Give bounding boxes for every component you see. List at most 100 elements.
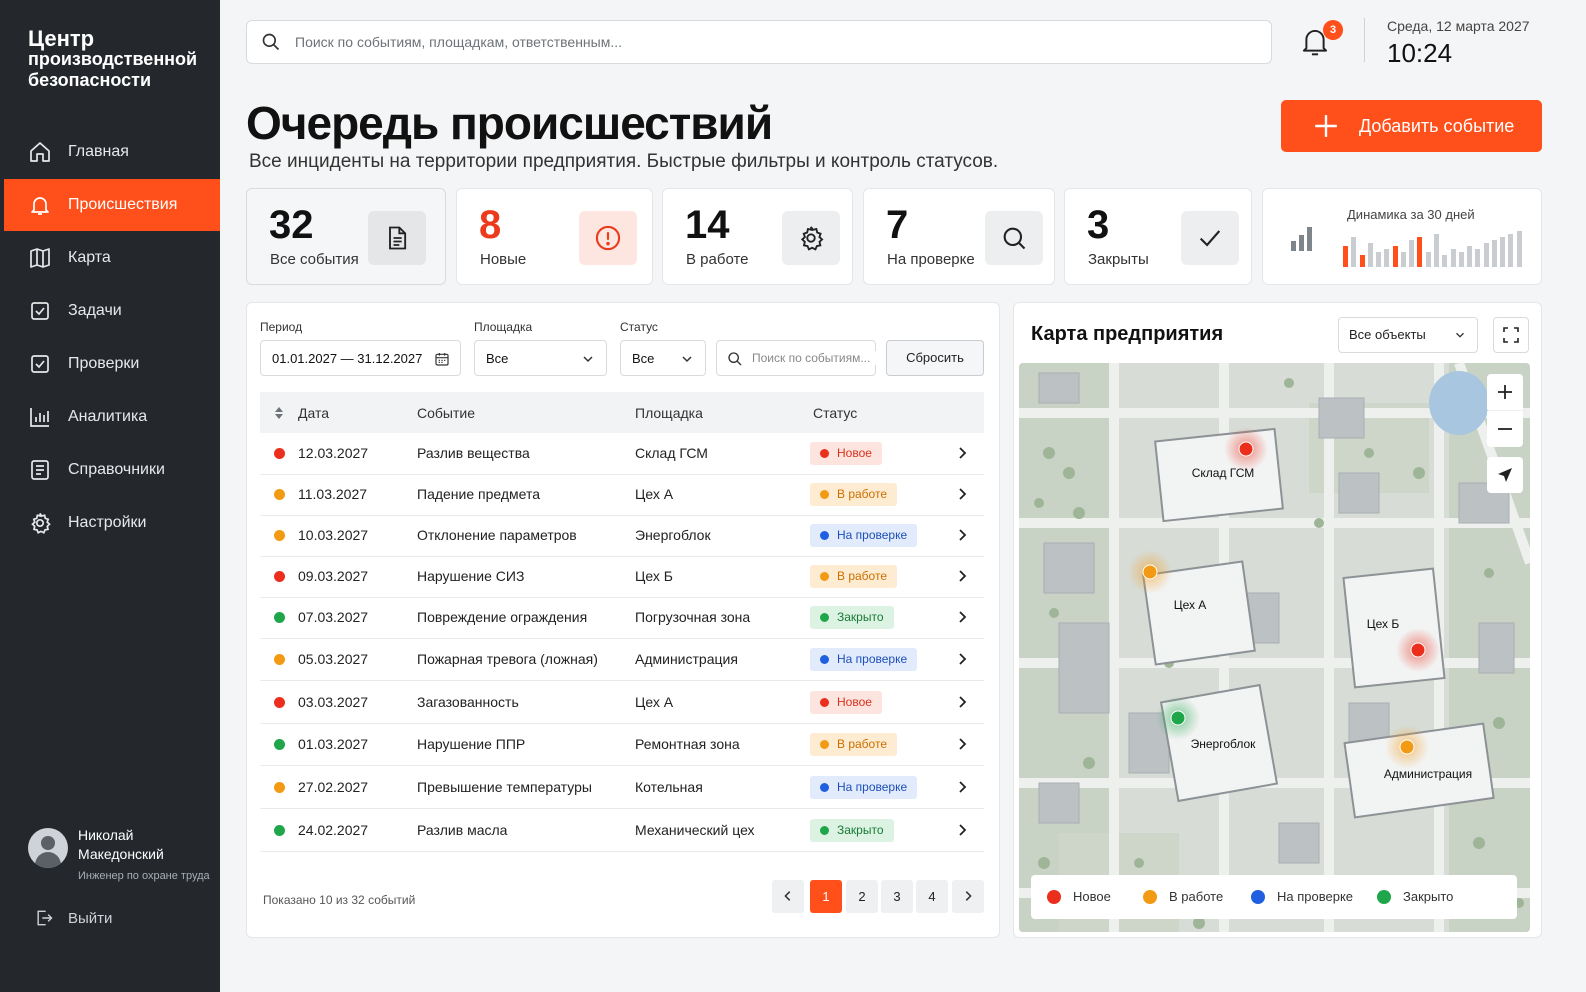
chevron-right-icon[interactable] — [955, 823, 969, 837]
logout-button[interactable]: Выйти — [34, 908, 112, 928]
chevron-right-icon — [965, 891, 972, 901]
row-event: Падение предмета — [417, 486, 541, 502]
chevron-right-icon[interactable] — [955, 487, 969, 501]
row-site: Склад ГСМ — [635, 445, 708, 461]
user-last-name: Македонский — [78, 846, 164, 862]
zoom-in-button[interactable] — [1487, 374, 1523, 410]
table-row[interactable]: 12.03.2027 Разлив вещества Склад ГСМ Нов… — [260, 433, 984, 475]
period-picker[interactable]: 01.01.2027 — 31.12.2027 — [260, 340, 461, 376]
page-2-button[interactable]: 2 — [846, 880, 878, 913]
chevron-right-icon[interactable] — [955, 446, 969, 460]
sidebar-item-analytics[interactable]: Аналитика — [0, 391, 220, 443]
fullscreen-button[interactable] — [1493, 317, 1529, 353]
kpi-new[interactable]: 8 Новые — [456, 188, 653, 285]
table-row[interactable]: 24.02.2027 Разлив масла Механический цех… — [260, 810, 984, 852]
status-select[interactable]: Все — [620, 340, 706, 376]
table-row[interactable]: 07.03.2027 Повреждение ограждения Погруз… — [260, 597, 984, 639]
table-search[interactable] — [716, 340, 878, 376]
reset-button[interactable]: Сбросить — [886, 340, 984, 376]
sparkline-bar — [1459, 252, 1464, 267]
sidebar-item-home[interactable]: Главная — [0, 126, 220, 178]
add-event-button[interactable]: Добавить событие — [1281, 100, 1542, 152]
row-site: Ремонтная зона — [635, 736, 740, 752]
add-event-label: Добавить событие — [1359, 115, 1515, 136]
kpi-on-review[interactable]: 7 На проверке — [863, 188, 1055, 285]
table-search-input[interactable] — [752, 351, 878, 365]
global-search[interactable] — [246, 20, 1272, 64]
sort-icon[interactable] — [274, 406, 284, 420]
column-date[interactable]: Дата — [298, 405, 329, 421]
next-page-button[interactable] — [952, 880, 984, 913]
page-3-button[interactable]: 3 — [881, 880, 913, 913]
prev-page-button[interactable] — [772, 880, 804, 913]
sidebar-item-inspections[interactable]: Проверки — [0, 338, 220, 390]
column-site[interactable]: Площадка — [635, 405, 703, 421]
user-profile[interactable]: Николай Македонский Инженер по охране тр… — [28, 826, 210, 882]
kpi-in-progress[interactable]: 14 В работе — [662, 188, 853, 285]
table-row[interactable]: 01.03.2027 Нарушение ППР Ремонтная зона … — [260, 724, 984, 766]
table-row[interactable]: 10.03.2027 Отклонение параметров Энергоб… — [260, 515, 984, 557]
sparkline-bar — [1351, 237, 1356, 267]
site-select[interactable]: Все — [474, 340, 607, 376]
sidebar-item-map[interactable]: Карта — [0, 232, 220, 284]
chevron-right-icon[interactable] — [955, 652, 969, 666]
row-event: Разлив масла — [417, 822, 508, 838]
locate-button[interactable] — [1487, 457, 1523, 493]
chevron-down-icon — [1456, 332, 1464, 338]
status-badge: В работе — [810, 733, 898, 756]
search-icon — [262, 33, 280, 51]
map-label-workshop-a[interactable]: Цех А — [1174, 598, 1207, 612]
row-date: 03.03.2027 — [298, 694, 369, 710]
kpi-value: 3 — [1087, 203, 1110, 247]
sidebar-item-tasks[interactable]: Задачи — [0, 285, 220, 337]
zoom-out-button[interactable] — [1487, 411, 1523, 447]
dynamics-sparkline — [1343, 231, 1522, 267]
table-row[interactable]: 09.03.2027 Нарушение СИЗ Цех Б В работе — [260, 556, 984, 598]
kpi-value: 8 — [479, 203, 502, 247]
sidebar-item-references[interactable]: Справочники — [0, 444, 220, 496]
chevron-right-icon[interactable] — [955, 610, 969, 624]
legend-item-closed: Закрыто — [1377, 889, 1453, 904]
chevron-right-icon[interactable] — [955, 569, 969, 583]
sidebar-item-incidents[interactable]: Происшествия — [4, 179, 220, 231]
sparkline-bar — [1442, 255, 1447, 267]
table-row[interactable]: 27.02.2027 Превышение температуры Котель… — [260, 767, 984, 809]
checkbox-icon — [31, 355, 49, 373]
bar-chart-icon — [30, 408, 49, 427]
map-legend: Новое В работе На проверке Закрыто — [1031, 875, 1517, 919]
enterprise-map[interactable]: Склад ГСМ Цех А Цех Б Энергоблок Админис… — [1019, 363, 1530, 932]
chevron-right-icon[interactable] — [955, 528, 969, 542]
status-badge: На проверке — [810, 648, 918, 671]
table-row[interactable]: 05.03.2027 Пожарная тревога (ложная) Адм… — [260, 639, 984, 681]
status-badge: На проверке — [810, 776, 918, 799]
column-status[interactable]: Статус — [813, 405, 857, 421]
map-label-power-unit[interactable]: Энергоблок — [1191, 737, 1257, 751]
chevron-right-icon[interactable] — [955, 695, 969, 709]
sidebar-item-settings[interactable]: Настройки — [0, 497, 220, 549]
sidebar-item-label: Происшествия — [68, 196, 178, 213]
sparkline-bar — [1484, 243, 1489, 267]
status-value: Все — [632, 350, 655, 366]
table-row[interactable]: 11.03.2027 Падение предмета Цех А В рабо… — [260, 474, 984, 516]
column-event[interactable]: Событие — [417, 405, 475, 421]
page-1-button[interactable]: 1 — [810, 880, 842, 913]
kpi-all-events[interactable]: 32 Все события — [246, 188, 446, 285]
user-first-name: Николай — [78, 827, 134, 843]
sparkline-bar — [1376, 252, 1381, 267]
map-object-filter[interactable]: Все объекты — [1338, 317, 1478, 353]
legend-item-new: Новое — [1047, 889, 1111, 904]
global-search-input[interactable] — [295, 34, 1195, 50]
severity-dot — [274, 612, 285, 623]
kpi-closed[interactable]: 3 Закрыты — [1064, 188, 1252, 285]
brand-line-1: Центр — [28, 26, 95, 51]
table-row[interactable]: 03.03.2027 Загазованность Цех А Новое — [260, 682, 984, 724]
kpi-label: На проверке — [887, 251, 975, 268]
sparkline-bar — [1368, 243, 1373, 267]
chevron-down-icon — [583, 356, 593, 363]
page-4-button[interactable]: 4 — [916, 880, 948, 913]
chevron-right-icon[interactable] — [955, 737, 969, 751]
map-label-administration[interactable]: Администрация — [1384, 767, 1472, 781]
chevron-right-icon[interactable] — [955, 780, 969, 794]
kpi-label: Закрыты — [1088, 251, 1149, 268]
map-label-workshop-b[interactable]: Цех Б — [1367, 617, 1400, 631]
